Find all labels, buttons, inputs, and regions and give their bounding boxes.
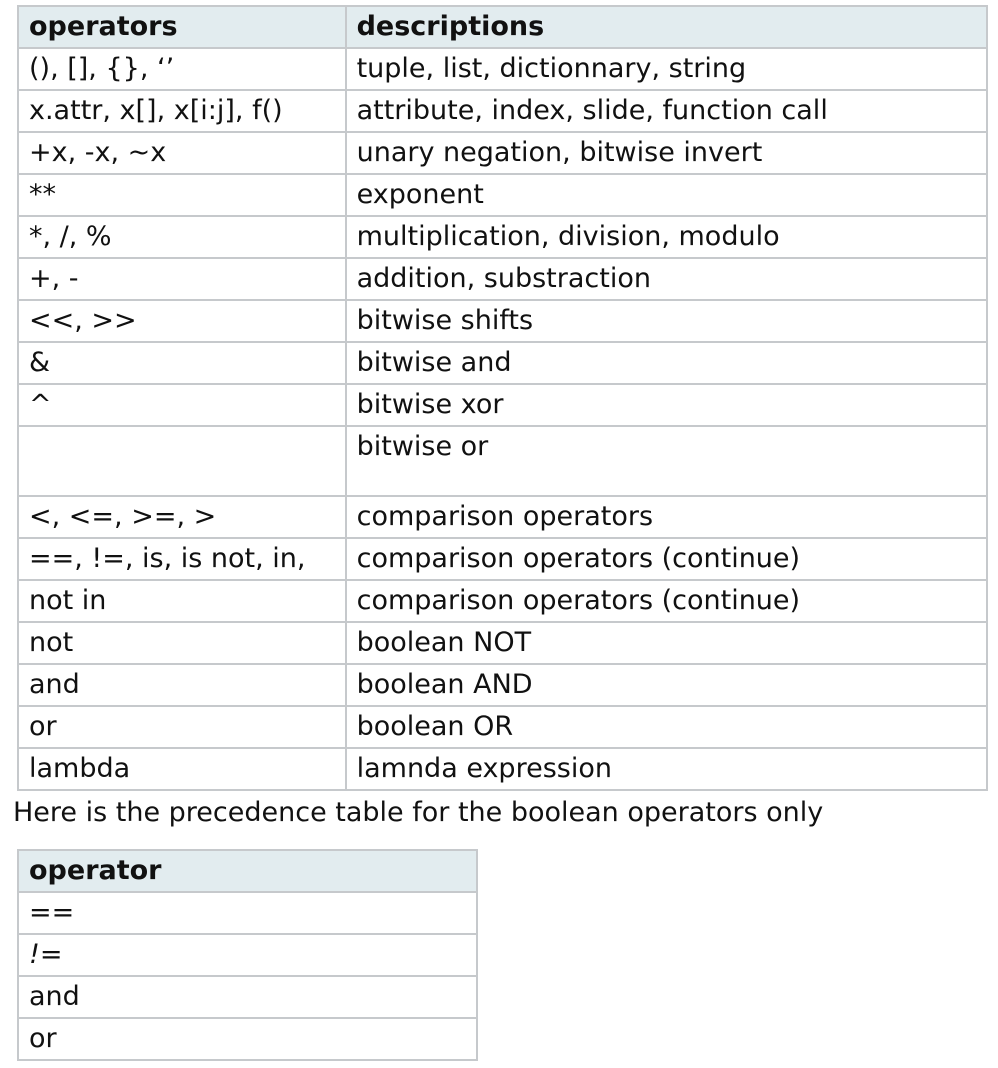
table-row: or xyxy=(17,1017,478,1061)
description-cell: attribute, index, slide, function call xyxy=(344,89,989,133)
description-cell: tuple, list, dictionnary, string xyxy=(344,47,989,91)
operator-cell: ** xyxy=(17,173,347,217)
header-operators: operators xyxy=(17,5,347,49)
table-row: <<, >> bitwise shifts xyxy=(17,299,989,343)
operator-cell: & xyxy=(17,341,347,385)
table-row: == xyxy=(17,891,478,935)
description-cell: multiplication, division, modulo xyxy=(344,215,989,259)
header-operator: operator xyxy=(17,849,478,893)
description-cell: bitwise xor xyxy=(344,383,989,427)
table-row: not in comparison operators (continue) xyxy=(17,579,989,623)
table-row: or boolean OR xyxy=(17,705,989,749)
description-cell: comparison operators (continue) xyxy=(344,537,989,581)
description-cell: addition, substraction xyxy=(344,257,989,301)
operator-cell: x.attr, x[], x[i:j], f() xyxy=(17,89,347,133)
operator-cell: *, /, % xyxy=(17,215,347,259)
description-cell: boolean OR xyxy=(344,705,989,749)
operator-cell: or xyxy=(17,705,347,749)
operator-cell xyxy=(17,425,347,497)
table-row: and xyxy=(17,975,478,1019)
description-cell: comparison operators (continue) xyxy=(344,579,989,623)
operator-cell: <<, >> xyxy=(17,299,347,343)
operator-cell: lambda xyxy=(17,747,347,791)
table-row: & bitwise and xyxy=(17,341,989,385)
operator-cell: == xyxy=(17,891,478,935)
table-row: ^ bitwise xor xyxy=(17,383,989,427)
table-row: +, - addition, substraction xyxy=(17,257,989,301)
operator-cell: ^ xyxy=(17,383,347,427)
operator-cell: != xyxy=(17,933,478,977)
operator-cell: not in xyxy=(17,579,347,623)
operator-cell: +, - xyxy=(17,257,347,301)
operator-cell: (), [], {}, ‘’ xyxy=(17,47,347,91)
boolean-table-caption: Here is the precedence table for the boo… xyxy=(13,797,824,828)
description-cell: bitwise shifts xyxy=(344,299,989,343)
description-cell: bitwise and xyxy=(344,341,989,385)
table-row: (), [], {}, ‘’ tuple, list, dictionnary,… xyxy=(17,47,989,91)
precedence-table: operators descriptions (), [], {}, ‘’ tu… xyxy=(17,5,989,791)
table-row: bitwise or xyxy=(17,425,989,497)
table-row: <, <=, >=, > comparison operators xyxy=(17,495,989,539)
operator-cell: and xyxy=(17,663,347,707)
operator-cell: not xyxy=(17,621,347,665)
operator-cell: +x, -x, ~x xyxy=(17,131,347,175)
table-row: ** exponent xyxy=(17,173,989,217)
description-cell: unary negation, bitwise invert xyxy=(344,131,989,175)
table-header-row: operators descriptions xyxy=(17,5,989,49)
table-row: lambda lamnda expression xyxy=(17,747,989,791)
boolean-operators-table: operator == != and or xyxy=(17,849,478,1061)
table-row: and boolean AND xyxy=(17,663,989,707)
table-row: ==, !=, is, is not, in, comparison opera… xyxy=(17,537,989,581)
description-cell: comparison operators xyxy=(344,495,989,539)
table-row: +x, -x, ~x unary negation, bitwise inver… xyxy=(17,131,989,175)
table-row: not boolean NOT xyxy=(17,621,989,665)
description-cell: lamnda expression xyxy=(344,747,989,791)
operator-cell: or xyxy=(17,1017,478,1061)
table-row: *, /, % multiplication, division, modulo xyxy=(17,215,989,259)
description-cell: bitwise or xyxy=(344,425,989,497)
description-cell: boolean NOT xyxy=(344,621,989,665)
description-cell: boolean AND xyxy=(344,663,989,707)
table-header-row: operator xyxy=(17,849,478,893)
operator-cell: ==, !=, is, is not, in, xyxy=(17,537,347,581)
table-row: != xyxy=(17,933,478,977)
header-descriptions: descriptions xyxy=(344,5,989,49)
description-cell: exponent xyxy=(344,173,989,217)
operator-cell: and xyxy=(17,975,478,1019)
operator-cell: <, <=, >=, > xyxy=(17,495,347,539)
table-row: x.attr, x[], x[i:j], f() attribute, inde… xyxy=(17,89,989,133)
